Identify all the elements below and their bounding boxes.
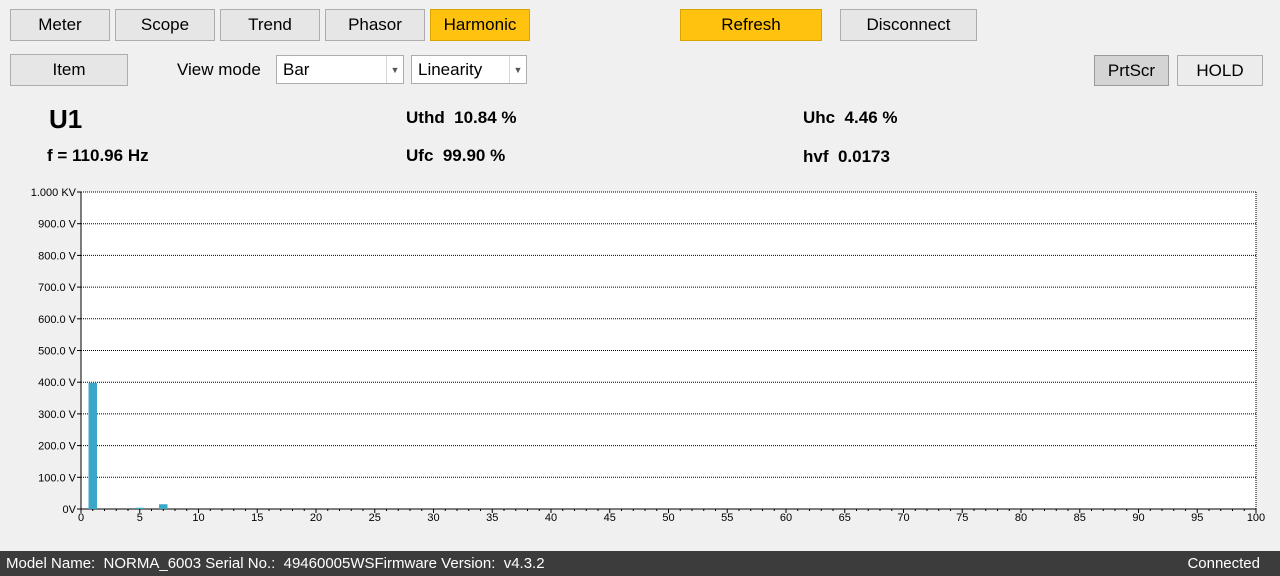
status-bar: Model Name: NORMA_6003 Serial No.: 49460… xyxy=(0,551,1280,576)
x-tick-label: 90 xyxy=(1132,512,1144,524)
y-tick-label: 400.0 V xyxy=(38,377,77,389)
scale-select[interactable]: Linearity ▼ xyxy=(411,55,527,84)
x-tick-label: 60 xyxy=(780,512,792,524)
x-tick-label: 55 xyxy=(721,512,733,524)
ufc-readout: Ufc 99.90 % xyxy=(406,146,506,165)
x-tick-label: 50 xyxy=(662,512,674,524)
refresh-button[interactable]: Refresh xyxy=(680,9,822,41)
x-tick-label: 75 xyxy=(956,512,968,524)
y-tick-label: 300.0 V xyxy=(38,409,77,421)
tab-meter[interactable]: Meter xyxy=(10,9,110,41)
y-tick-label: 100.0 V xyxy=(38,472,77,484)
y-tick-label: 700.0 V xyxy=(38,282,77,294)
harmonic-bar xyxy=(135,507,144,509)
x-tick-label: 35 xyxy=(486,512,498,524)
x-tick-label: 85 xyxy=(1074,512,1086,524)
x-tick-label: 65 xyxy=(839,512,851,524)
x-tick-label: 20 xyxy=(310,512,322,524)
x-tick-label: 25 xyxy=(369,512,381,524)
x-tick-label: 70 xyxy=(897,512,909,524)
tab-scope[interactable]: Scope xyxy=(115,9,215,41)
y-tick-label: 0V xyxy=(63,504,77,516)
x-tick-label: 30 xyxy=(427,512,439,524)
y-tick-label: 1.000 KV xyxy=(31,187,77,199)
y-tick-label: 500.0 V xyxy=(38,346,77,358)
y-tick-label: 800.0 V xyxy=(38,250,77,262)
x-tick-label: 0 xyxy=(78,512,84,524)
chevron-down-icon[interactable]: ▼ xyxy=(386,56,403,83)
y-tick-label: 600.0 V xyxy=(38,314,77,326)
harmonic-bar xyxy=(88,382,97,509)
y-tick-label: 200.0 V xyxy=(38,441,77,453)
disconnect-button[interactable]: Disconnect xyxy=(840,9,977,41)
hold-button[interactable]: HOLD xyxy=(1177,55,1263,86)
chevron-down-icon[interactable]: ▼ xyxy=(509,56,526,83)
x-tick-label: 80 xyxy=(1015,512,1027,524)
view-mode-value: Bar xyxy=(283,59,310,79)
harmonic-bar-chart: 0V100.0 V200.0 V300.0 V400.0 V500.0 V600… xyxy=(31,187,1265,524)
harmonic-bar xyxy=(159,504,168,509)
device-info: Model Name: NORMA_6003 Serial No.: 49460… xyxy=(6,555,545,572)
x-tick-label: 95 xyxy=(1191,512,1203,524)
tab-harmonic[interactable]: Harmonic xyxy=(430,9,530,41)
tab-phasor[interactable]: Phasor xyxy=(325,9,425,41)
x-tick-label: 10 xyxy=(192,512,204,524)
tab-trend[interactable]: Trend xyxy=(220,9,320,41)
uhc-readout: Uhc 4.46 % xyxy=(803,108,898,127)
x-tick-label: 45 xyxy=(604,512,616,524)
hvf-readout: hvf 0.0173 xyxy=(803,147,890,166)
x-tick-label: 40 xyxy=(545,512,557,524)
x-tick-label: 15 xyxy=(251,512,263,524)
view-mode-select[interactable]: Bar ▼ xyxy=(276,55,404,84)
scale-value: Linearity xyxy=(418,59,483,79)
prtscr-button[interactable]: PrtScr xyxy=(1094,55,1169,86)
item-button[interactable]: Item xyxy=(10,54,128,86)
uthd-readout: Uthd 10.84 % xyxy=(406,108,517,127)
x-tick-label: 5 xyxy=(137,512,143,524)
connection-status: Connected xyxy=(1187,555,1260,572)
frequency-readout: f = 110.96 Hz xyxy=(47,146,149,165)
channel-title: U1 xyxy=(49,104,83,134)
view-mode-label: View mode xyxy=(177,60,261,79)
y-tick-label: 900.0 V xyxy=(38,219,77,231)
x-tick-label: 100 xyxy=(1247,512,1265,524)
